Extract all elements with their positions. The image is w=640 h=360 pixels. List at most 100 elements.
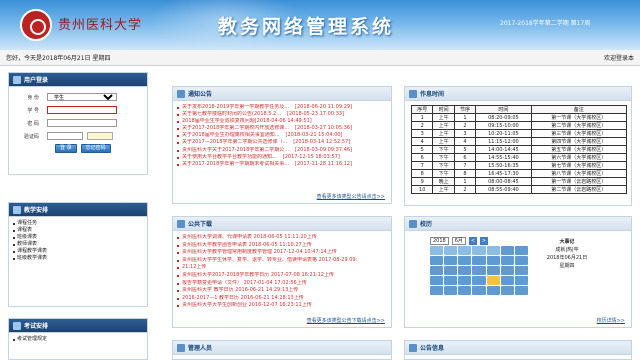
next-month-button[interactable]: > xyxy=(479,236,488,245)
schedule-cell: 第二节课（云岩路校区） xyxy=(530,185,628,194)
notice-item[interactable]: 关于发布2018-2019学年第一学期教学任务及... [2018-06-20 1… xyxy=(177,104,387,111)
nav-item[interactable]: 班级教学课表 xyxy=(13,255,143,262)
month-select[interactable]: 6月 xyxy=(451,236,466,245)
notice-item[interactable]: 关于2017-2018学年第一学期期末考试相关事... [2017-11-28 1… xyxy=(177,161,387,168)
schedule-cell: 第六节课（大学城校区） xyxy=(530,153,628,162)
admins-panel: 管理人员 xyxy=(172,340,392,360)
schedule-row: 4 上午 4 11:15-12:00 第四节课（大学城校区） xyxy=(410,137,628,146)
calendar-day[interactable] xyxy=(500,266,514,275)
user-icon xyxy=(13,75,21,84)
calendar-day[interactable] xyxy=(444,256,458,265)
schedule-cell: 09:15-10:00 xyxy=(475,121,532,130)
notice-item[interactable]: 关于2017-2018学年第二学期校内开放选修课... [2018-03-27 1… xyxy=(177,125,387,132)
calendar-day[interactable] xyxy=(472,266,486,275)
schedule-cell: 14:55-15:40 xyxy=(475,153,532,162)
calendar-day[interactable] xyxy=(486,276,500,285)
nav-item[interactable]: 班级课表 xyxy=(13,234,143,241)
calendar-day[interactable] xyxy=(514,256,528,265)
calendar-grid xyxy=(430,246,528,295)
nav-item[interactable]: 课程任务 xyxy=(13,220,143,227)
calendar-day[interactable] xyxy=(458,286,472,295)
schedule-row: 1 上午 1 08:20-09:05 第一节课（大学城校区） xyxy=(410,113,628,122)
notice-item[interactable]: 关于使用大平台教学平台教学功能的通知... [2017-12-15 18:03:5… xyxy=(177,154,387,161)
notice-item[interactable]: 关于第七教学楼临时封闭的公告(2018.5.2... [2018-05-23 17… xyxy=(177,111,387,118)
schedule-cell: 第一节课（云岩路校区） xyxy=(530,177,628,186)
calendar-day[interactable] xyxy=(500,286,514,295)
forgot-password-button[interactable]: 忘记密码 xyxy=(80,144,111,153)
schedule-cell: 10:20-11:05 xyxy=(475,129,532,138)
schedule-cell: 7 xyxy=(453,161,477,170)
calendar-day[interactable] xyxy=(430,256,444,265)
nav-item[interactable]: 教师课表 xyxy=(13,241,143,248)
calendar-day[interactable] xyxy=(430,266,444,275)
schedule-cell: 6 xyxy=(453,153,477,162)
download-item[interactable]: 贵州医科大学2017-2018学年教学日历 2017-07-08 16:21:1… xyxy=(177,272,387,280)
calendar-day[interactable] xyxy=(458,246,472,255)
download-item[interactable]: 报告学籍变更申请（文件） 2017-01-04 17:02:56上传 xyxy=(177,280,387,288)
calendar-day[interactable] xyxy=(514,246,528,255)
admins-panel-title: 管理人员 xyxy=(188,345,213,352)
calendar-day[interactable] xyxy=(458,266,472,275)
notice-item[interactable]: 2018届毕业生学业成绩复核问题[2018-04-06 14:49:51] xyxy=(177,118,387,125)
year-select[interactable]: 2018 xyxy=(430,236,449,245)
calendar-day[interactable] xyxy=(430,246,444,255)
captcha-input[interactable] xyxy=(47,132,83,140)
download-item[interactable]: 贵州医科大学学生休学、复学、退学、转专业、借读申请表格 2017-08-29 0… xyxy=(177,257,387,265)
schedule-cell: 下午 xyxy=(432,145,455,154)
calendar-day[interactable] xyxy=(444,266,458,275)
download-item[interactable]: 贵州医科大学调课、代课申请表 2018-06-05 11:11:20上传 xyxy=(177,234,387,242)
nav-item[interactable]: 课程表 xyxy=(13,227,143,234)
calendar-day[interactable] xyxy=(514,286,528,295)
calendar-day[interactable] xyxy=(472,246,486,255)
calendar-icon xyxy=(409,219,417,228)
calendar-day[interactable] xyxy=(472,276,486,285)
calendar-day[interactable] xyxy=(444,276,458,285)
calendar-day[interactable] xyxy=(430,286,444,295)
calendar-day[interactable] xyxy=(444,246,458,255)
calendar-day[interactable] xyxy=(444,286,458,295)
download-item[interactable]: 2016-2017—1 教学日历 2016-06-21 14:28:13上传 xyxy=(177,295,387,303)
event-box: 大事记 成就|热|卒 2018年06月21日 星期四 xyxy=(532,238,602,270)
calendar-day[interactable] xyxy=(458,256,472,265)
calendar-day[interactable] xyxy=(500,246,514,255)
calendar-day[interactable] xyxy=(486,246,500,255)
calendar-day[interactable] xyxy=(500,256,514,265)
calendar-icon xyxy=(13,205,21,214)
calendar-day[interactable] xyxy=(514,276,528,285)
schedule-row: 8 下午 8 16:45-17:30 第八节课（大学城校区） xyxy=(410,169,628,178)
schedule-cell: 第一节课（大学城校区） xyxy=(530,113,628,122)
download-item[interactable]: 贵州医科大学教学函告申请表 2018-06-05 11:10:27上传 xyxy=(177,242,387,250)
student-id-input[interactable] xyxy=(47,106,117,114)
nav-item[interactable]: 课程教学课表 xyxy=(13,248,143,255)
schedule-cell: 9 xyxy=(410,177,434,186)
schedule-cell: 3 xyxy=(410,129,434,138)
notice-item[interactable]: 关于2017—2018学年第二学期公共选修课（... [2018-03-14 12… xyxy=(177,139,387,146)
notice-item[interactable]: 贵州医科大学关于2017-2018学年第二学期公... [2018-03-09 0… xyxy=(177,147,387,154)
calendar-day[interactable] xyxy=(458,276,472,285)
downloads-more-link[interactable]: 查看更多该类型公告下载请点击>> xyxy=(307,317,385,324)
prev-month-button[interactable]: < xyxy=(468,236,477,245)
schedule-panel-title: 作息时间 xyxy=(420,91,445,98)
calendar-day[interactable] xyxy=(430,276,444,285)
captcha-image[interactable] xyxy=(87,132,113,140)
teaching-panel-title: 教学安排 xyxy=(24,207,49,214)
login-button[interactable]: 登 录 xyxy=(55,144,77,153)
download-item-cont[interactable]: 21:12上传 xyxy=(177,264,387,272)
nav-item[interactable]: 考试管理规定 xyxy=(13,336,143,343)
notice-item[interactable]: 关于2018届毕业生办理离校相关事宜通知... [2018-03-21 15:04… xyxy=(177,132,387,139)
calendar-day[interactable] xyxy=(486,256,500,265)
calendar-day[interactable] xyxy=(514,266,528,275)
download-item[interactable]: 贵州医科大学 教学日历 2016-06-21 14:29:13上传 xyxy=(177,287,387,295)
calendar-more-link[interactable]: 校历详情>> xyxy=(597,317,625,324)
schedule-cell: 7 xyxy=(410,161,434,170)
identity-select[interactable]: 学生 xyxy=(47,93,117,101)
download-item[interactable]: 贵州医科大学大学生创新创业 2016-12-07 16:23:11上传 xyxy=(177,302,387,310)
calendar-day[interactable] xyxy=(500,276,514,285)
calendar-day[interactable] xyxy=(472,256,486,265)
notices-more-link[interactable]: 查看更多该类型公告请点击>> xyxy=(317,193,385,200)
calendar-day[interactable] xyxy=(486,266,500,275)
calendar-day[interactable] xyxy=(486,286,500,295)
password-input[interactable] xyxy=(47,119,117,127)
calendar-day[interactable] xyxy=(472,286,486,295)
download-item[interactable]: 贵州医科大学教学管理常用制度教学管理 2017-12-04 10:47:14上传 xyxy=(177,249,387,257)
